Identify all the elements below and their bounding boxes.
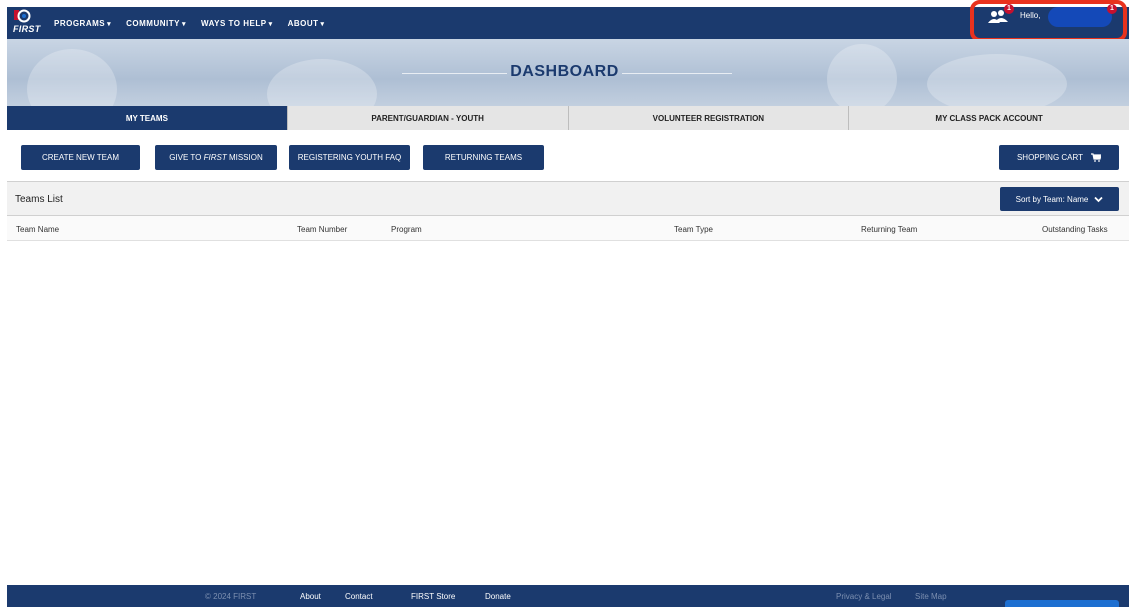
give-to-prefix: GIVE TO [169,153,204,162]
footer-link-about[interactable]: About [300,592,321,601]
create-new-team-button[interactable]: CREATE NEW TEAM [21,145,140,170]
column-team-type[interactable]: Team Type [674,225,713,234]
tab-my-class-pack-account[interactable]: MY CLASS PACK ACCOUNT [848,106,1129,130]
give-to-first-emphasis: FIRST [203,153,227,162]
dashboard-tabs: MY TEAMS PARENT/GUARDIAN - YOUTH VOLUNTE… [7,106,1129,130]
footer-link-site-map[interactable]: Site Map [915,592,947,601]
shopping-cart-button[interactable]: SHOPPING CART [999,145,1119,170]
chevron-down-icon: ▾ [181,20,186,28]
chevron-down-icon: ▾ [320,20,325,28]
page-title: DASHBOARD [510,63,619,80]
nav-about-label: ABOUT [287,18,319,28]
footer-link-donate[interactable]: Donate [485,592,511,601]
tab-my-teams[interactable]: MY TEAMS [7,106,287,130]
main-menu: PROGRAMS ▾ COMMUNITY ▾ WAYS TO HELP ▾ ABOUT… [54,7,325,39]
nav-programs-label: PROGRAMS [54,18,106,28]
shopping-cart-label: SHOPPING CART [1016,153,1084,162]
returning-teams-button[interactable]: RETURNING TEAMS [423,145,544,170]
nav-about[interactable]: ABOUT ▾ [288,19,325,28]
give-to-first-mission-button[interactable]: GIVE TO FIRST MISSION [155,145,277,170]
column-outstanding-tasks[interactable]: Outstanding Tasks [1042,225,1108,234]
logo-text: FIRST [13,24,41,34]
footer-action-button[interactable] [1005,600,1119,607]
footer-link-contact[interactable]: Contact [345,592,373,601]
first-logo-icon [14,9,31,23]
annotation-highlight-box [970,0,1127,42]
column-team-number[interactable]: Team Number [297,225,347,234]
shopping-cart-icon [1091,153,1102,162]
registering-youth-faq-button[interactable]: REGISTERING YOUTH FAQ [289,145,410,170]
dashboard-banner: DASHBOARD [7,39,1129,106]
footer-copyright: © 2024 FIRST [205,592,257,601]
nav-ways-to-help-label: WAYS TO HELP [200,18,267,28]
nav-community[interactable]: COMMUNITY ▾ [126,19,186,28]
footer-link-first-store[interactable]: FIRST Store [411,592,455,601]
teams-list-title: Teams List [15,194,63,205]
teams-table-header: Team Name Team Number Program Team Type … [7,216,1129,241]
chevron-down-icon [1094,196,1104,202]
sort-dropdown[interactable]: Sort by Team: Name [1000,187,1119,211]
sort-dropdown-label: Sort by Team: Name [1015,194,1089,204]
column-returning-team[interactable]: Returning Team [861,225,917,234]
teams-list-header: Teams List Sort by Team: Name [7,181,1129,216]
nav-community-label: COMMUNITY [126,18,180,28]
column-team-name[interactable]: Team Name [16,225,59,234]
top-navigation-bar: FIRST PROGRAMS ▾ COMMUNITY ▾ WAYS TO HELP ▾… [7,7,1129,39]
give-to-suffix: MISSION [226,153,263,162]
tab-volunteer-registration[interactable]: VOLUNTEER REGISTRATION [567,106,849,130]
nav-ways-to-help[interactable]: WAYS TO HELP ▾ [201,19,273,28]
footer-link-privacy-legal[interactable]: Privacy & Legal [836,592,892,601]
nav-programs[interactable]: PROGRAMS ▾ [54,19,111,28]
tab-parent-guardian-youth[interactable]: PARENT/GUARDIAN - YOUTH [286,106,568,130]
chevron-down-icon: ▾ [268,20,273,28]
chevron-down-icon: ▾ [107,20,112,28]
site-footer: © 2024 FIRST About Contact FIRST Store D… [7,585,1129,607]
first-logo[interactable]: FIRST [11,9,40,37]
column-program[interactable]: Program [391,225,422,234]
